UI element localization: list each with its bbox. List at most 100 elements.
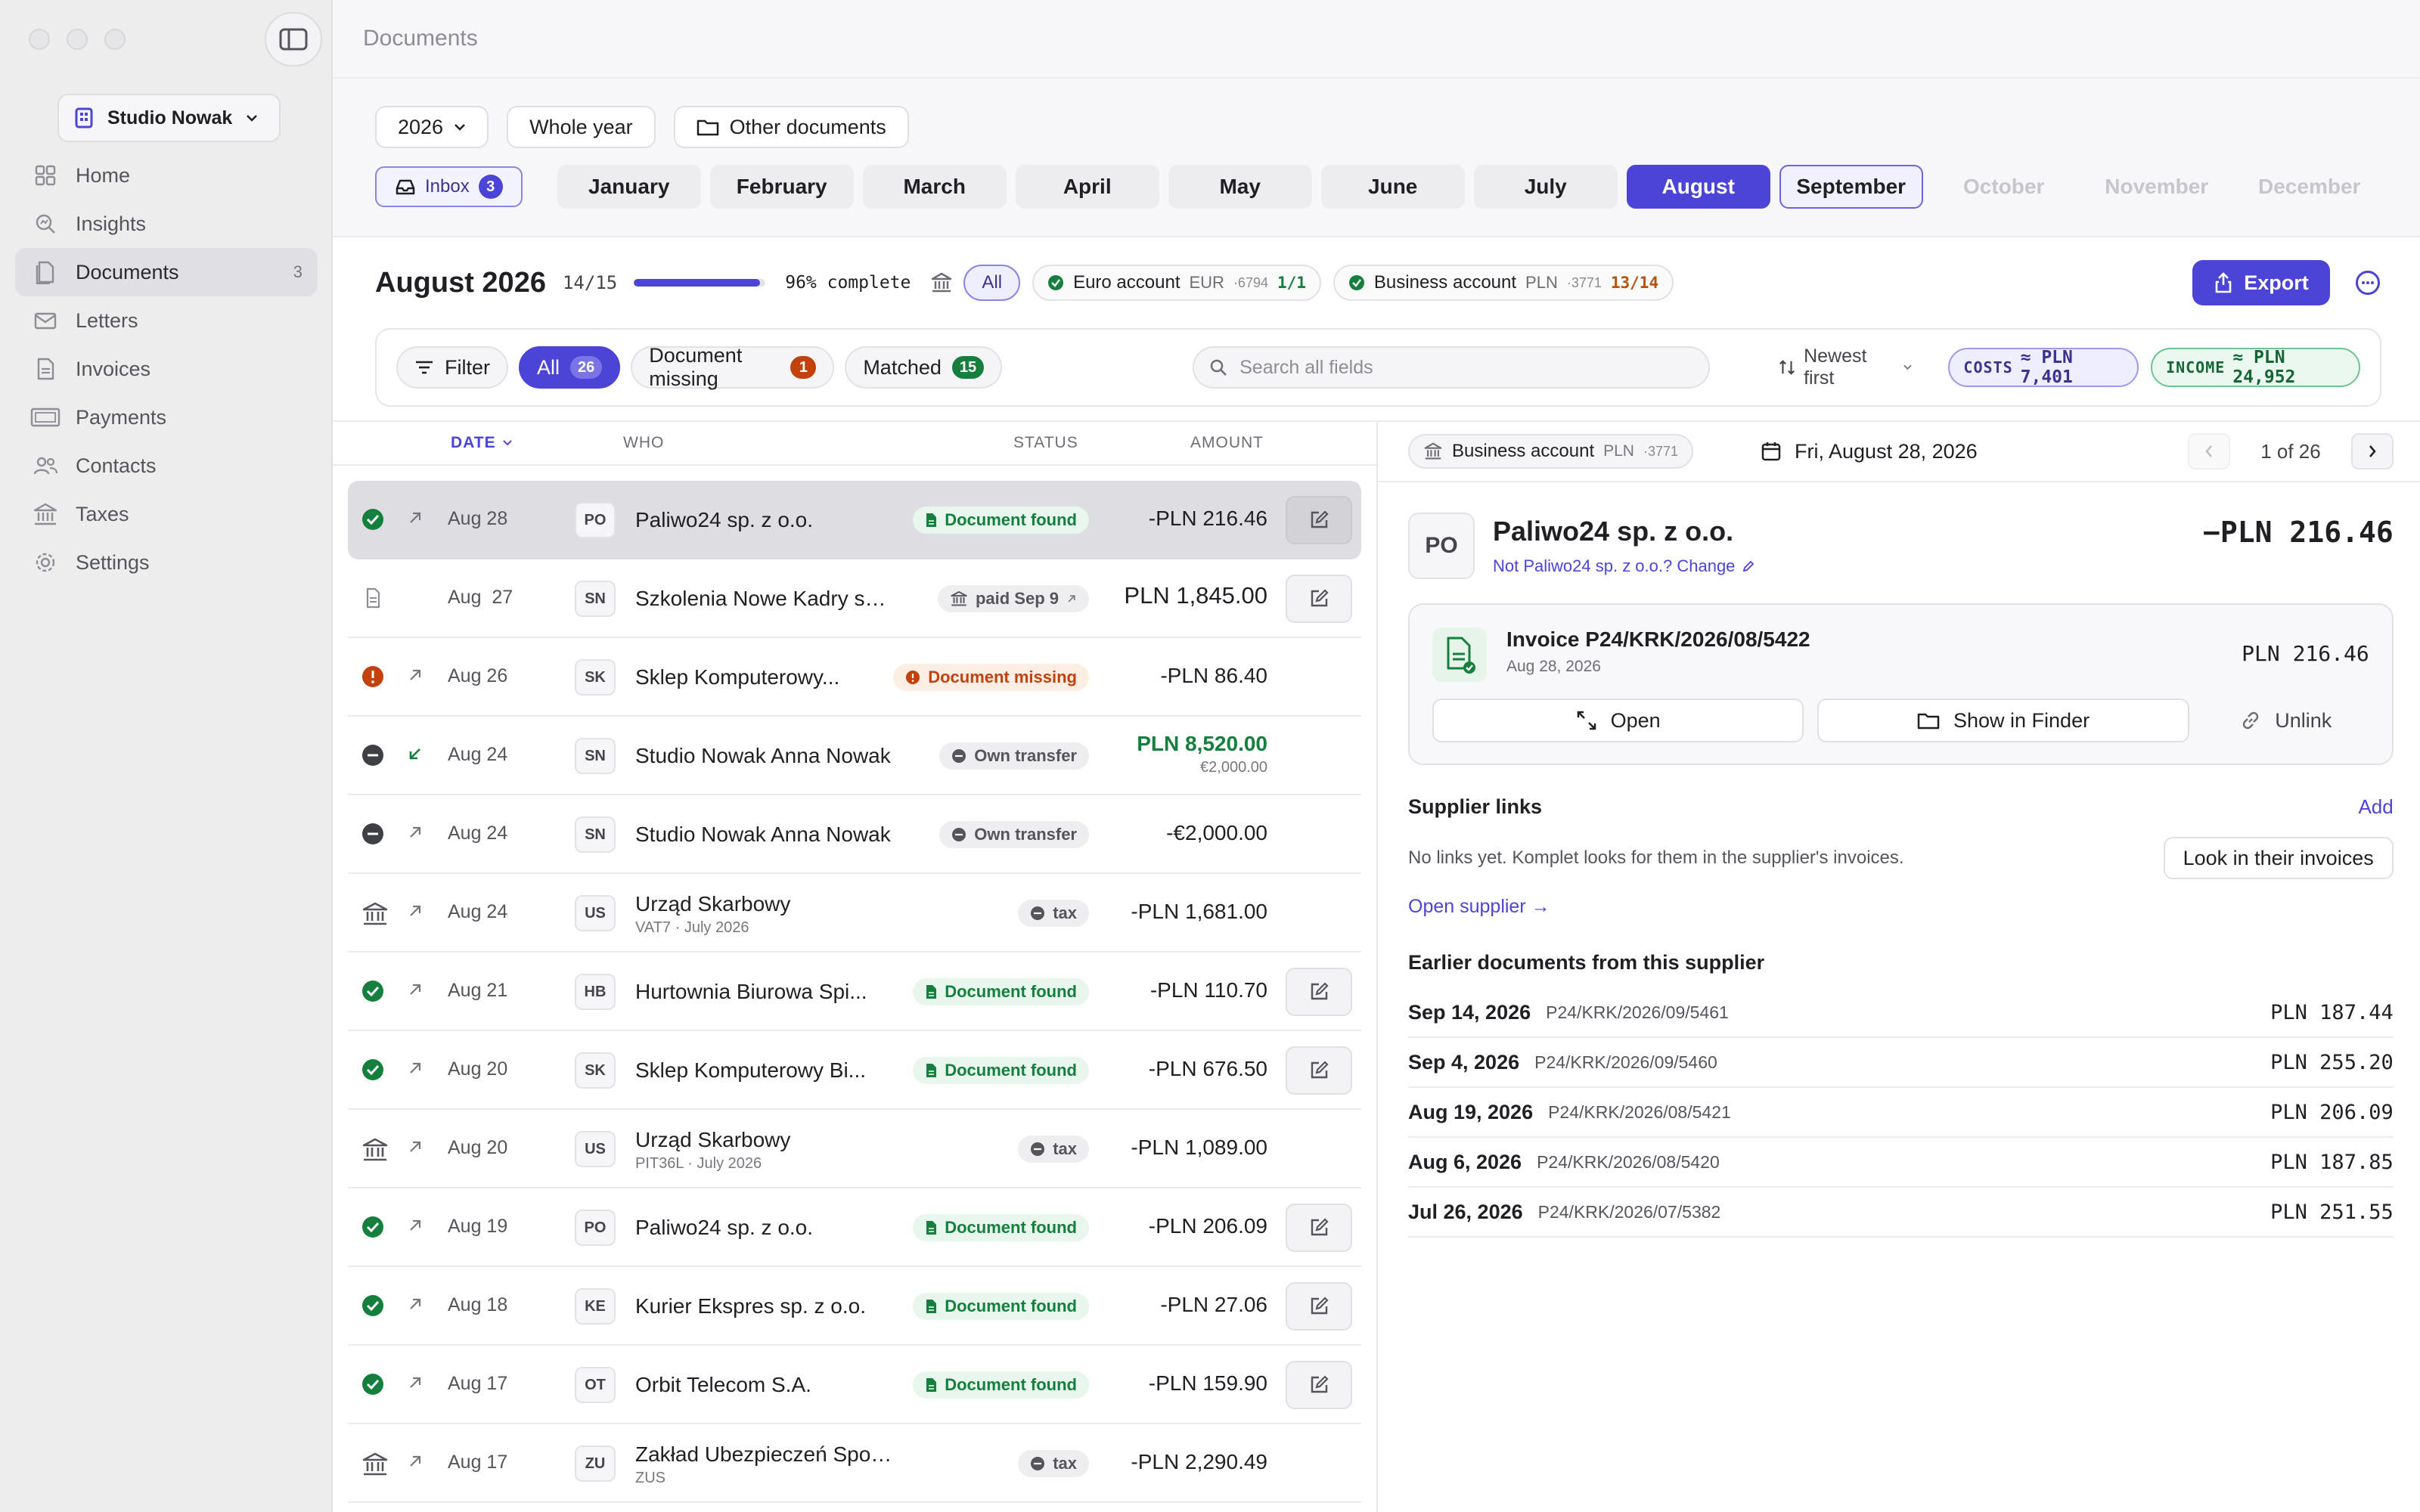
edit-row-button[interactable] — [1286, 1204, 1352, 1252]
unlink-button[interactable]: Unlink — [2203, 699, 2369, 742]
more-options-button[interactable] — [2355, 271, 2380, 295]
inbox-button[interactable]: Inbox 3 — [375, 166, 523, 207]
year-select[interactable]: 2026 — [375, 106, 489, 148]
workspace-switcher[interactable]: Studio Nowak — [57, 94, 281, 142]
row-amount: -PLN 2,290.49 — [1131, 1450, 1267, 1474]
row-direction — [407, 981, 424, 1002]
earlier-ref: P24/KRK/2026/08/5420 — [1537, 1151, 1720, 1172]
sidebar-item-settings[interactable]: Settings — [15, 538, 318, 587]
table-row[interactable]: Aug 24 SN Studio Nowak Anna Nowak Own trans… — [348, 717, 1361, 795]
next-button[interactable] — [2350, 433, 2394, 469]
building-icon — [75, 107, 93, 129]
zoom-window-button[interactable] — [104, 29, 126, 50]
table-row[interactable]: Aug 20 US Urząd Skarbowy PIT36L · July 2026… — [348, 1110, 1361, 1188]
sort-select[interactable]: Newest first — [1778, 345, 1912, 389]
edit-icon — [1311, 982, 1329, 1000]
sidebar-item-letters[interactable]: Letters — [15, 296, 318, 345]
month-tab-august[interactable]: August — [1626, 165, 1770, 209]
month-tab-january[interactable]: January — [557, 165, 701, 209]
month-tab-july[interactable]: July — [1473, 165, 1618, 209]
edit-row-button[interactable] — [1286, 575, 1352, 623]
sidebar-item-taxes[interactable]: Taxes — [15, 490, 318, 538]
chevron-right-icon — [2369, 445, 2376, 457]
month-tab-june[interactable]: June — [1320, 165, 1465, 209]
month-tab-april[interactable]: April — [1015, 165, 1159, 209]
status-badge: paid Sep 9 — [937, 585, 1089, 612]
arrow-up-right-icon — [410, 984, 421, 995]
sidebar-item-label: Payments — [76, 405, 167, 429]
month-tab-march[interactable]: March — [862, 165, 1007, 209]
table-row[interactable]: Aug 24 US Urząd Skarbowy VAT7 · July 2026 ta… — [348, 874, 1361, 953]
sidebar-item-insights[interactable]: Insights — [15, 200, 318, 248]
who-column-header[interactable]: WHO — [623, 434, 664, 452]
month-tab-may[interactable]: May — [1168, 165, 1312, 209]
sidebar-item-documents[interactable]: Documents 3 — [15, 248, 318, 296]
search-input[interactable] — [1239, 356, 1694, 379]
edit-icon — [1311, 510, 1329, 528]
arrow-up-right-icon — [410, 1219, 421, 1231]
account-name: Euro account — [1073, 272, 1181, 293]
account-filter-all[interactable]: All — [963, 265, 1021, 301]
close-window-button[interactable] — [29, 29, 50, 50]
amount-column-header[interactable]: AMOUNT — [1190, 434, 1264, 452]
detail-account-chip[interactable]: Business account PLN ·3771 — [1408, 434, 1694, 469]
change-supplier-link[interactable]: Not Paliwo24 sp. z o.o.? Change — [1493, 556, 1754, 576]
look-in-invoices-button[interactable]: Look in their invoices — [2163, 837, 2394, 879]
sidebar-item-home[interactable]: Home — [15, 151, 318, 200]
month-tab-november: November — [2105, 175, 2209, 198]
table-row[interactable]: Aug 17 OT Orbit Telecom S.A. Document found… — [348, 1346, 1361, 1424]
add-link-button[interactable]: Add — [2358, 795, 2393, 819]
table-row[interactable]: Aug 27 SN Szkolenia Nowe Kadry sp... paid S… — [348, 559, 1361, 638]
minimize-window-button[interactable] — [67, 29, 88, 50]
avatar: PO — [575, 1210, 616, 1246]
list-item[interactable]: Sep 14, 2026 P24/KRK/2026/09/5461 PLN 187.… — [1408, 988, 2394, 1038]
status-column-header[interactable]: STATUS — [1013, 434, 1078, 452]
list-item[interactable]: Aug 19, 2026 P24/KRK/2026/08/5421 PLN 206.… — [1408, 1088, 2394, 1138]
filter-chip-matched[interactable]: Matched 15 — [845, 346, 1003, 389]
table-row[interactable]: Aug 28 PO Paliwo24 sp. z o.o. Document foun… — [348, 481, 1361, 559]
edit-row-button[interactable] — [1286, 1046, 1352, 1095]
sidebar-item-contacts[interactable]: Contacts — [15, 442, 318, 490]
row-who: Studio Nowak Anna Nowak — [635, 823, 892, 847]
sidebar-item-payments[interactable]: Payments — [15, 393, 318, 442]
row-name: Kurier Ekspres sp. z o.o. — [635, 1294, 867, 1318]
month-tab-september[interactable]: September — [1779, 165, 1923, 209]
sidebar-item-count: 3 — [293, 262, 302, 281]
table-row[interactable]: Aug 18 KE Kurier Ekspres sp. z o.o. Documen… — [348, 1267, 1361, 1346]
export-button[interactable]: Export — [2192, 260, 2330, 305]
month-tab-february[interactable]: February — [709, 165, 854, 209]
edit-row-button[interactable] — [1286, 496, 1352, 544]
filter-chip-all[interactable]: All 26 — [519, 346, 621, 389]
row-name: Sklep Komputerowy... — [635, 665, 840, 689]
account-chip-1[interactable]: Business account PLN ·3771 13/14 — [1333, 265, 1674, 301]
list-item[interactable]: Sep 4, 2026 P24/KRK/2026/09/5460 PLN 255.2… — [1408, 1038, 2394, 1088]
sidebar-toggle-button[interactable] — [265, 12, 322, 67]
edit-row-button[interactable] — [1286, 968, 1352, 1016]
date-column-header[interactable]: DATE — [451, 434, 513, 452]
table-row[interactable]: Aug 26 SK Sklep Komputerowy... Document mis… — [348, 638, 1361, 717]
chevron-down-icon — [455, 124, 465, 131]
account-chip-0[interactable]: Euro account EUR ·6794 1/1 — [1032, 265, 1321, 301]
table-row[interactable]: Aug 19 PO Paliwo24 sp. z o.o. Document foun… — [348, 1188, 1361, 1267]
table-row[interactable]: Aug 21 HB Hurtownia Biurowa Spi... Document… — [348, 953, 1361, 1031]
table-row[interactable]: Aug 20 SK Sklep Komputerowy Bi... Document … — [348, 1031, 1361, 1110]
whole-year-button[interactable]: Whole year — [507, 106, 656, 148]
open-invoice-button[interactable]: Open — [1432, 699, 1804, 742]
table-row[interactable]: Aug 17 ZU Zakład Ubezpieczeń Społecznych ZU… — [348, 1424, 1361, 1503]
list-item[interactable]: Aug 6, 2026 P24/KRK/2026/08/5420 PLN 187.8… — [1408, 1138, 2394, 1188]
edit-row-button[interactable] — [1286, 1282, 1352, 1331]
show-in-finder-button[interactable]: Show in Finder — [1817, 699, 2189, 742]
table-row[interactable]: Aug 24 SN Studio Nowak Anna Nowak Own trans… — [348, 795, 1361, 874]
status-badge: Document missing — [893, 664, 1089, 691]
search-box[interactable] — [1193, 346, 1711, 389]
edit-row-button[interactable] — [1286, 1361, 1352, 1409]
open-supplier-link[interactable]: Open supplier → — [1408, 896, 2394, 918]
list-item[interactable]: Jul 26, 2026 P24/KRK/2026/07/5382 PLN 251.… — [1408, 1188, 2394, 1238]
filter-chip-document-missing[interactable]: Document missing 1 — [631, 344, 835, 390]
other-documents-button[interactable]: Other documents — [673, 106, 909, 148]
sidebar-item-invoices[interactable]: Invoices — [15, 345, 318, 393]
earlier-date: Jul 26, 2026 — [1408, 1200, 1523, 1223]
filter-button[interactable]: Filter — [396, 346, 508, 389]
sidebar-toggle-icon — [279, 28, 308, 51]
previous-button[interactable] — [2188, 433, 2231, 469]
